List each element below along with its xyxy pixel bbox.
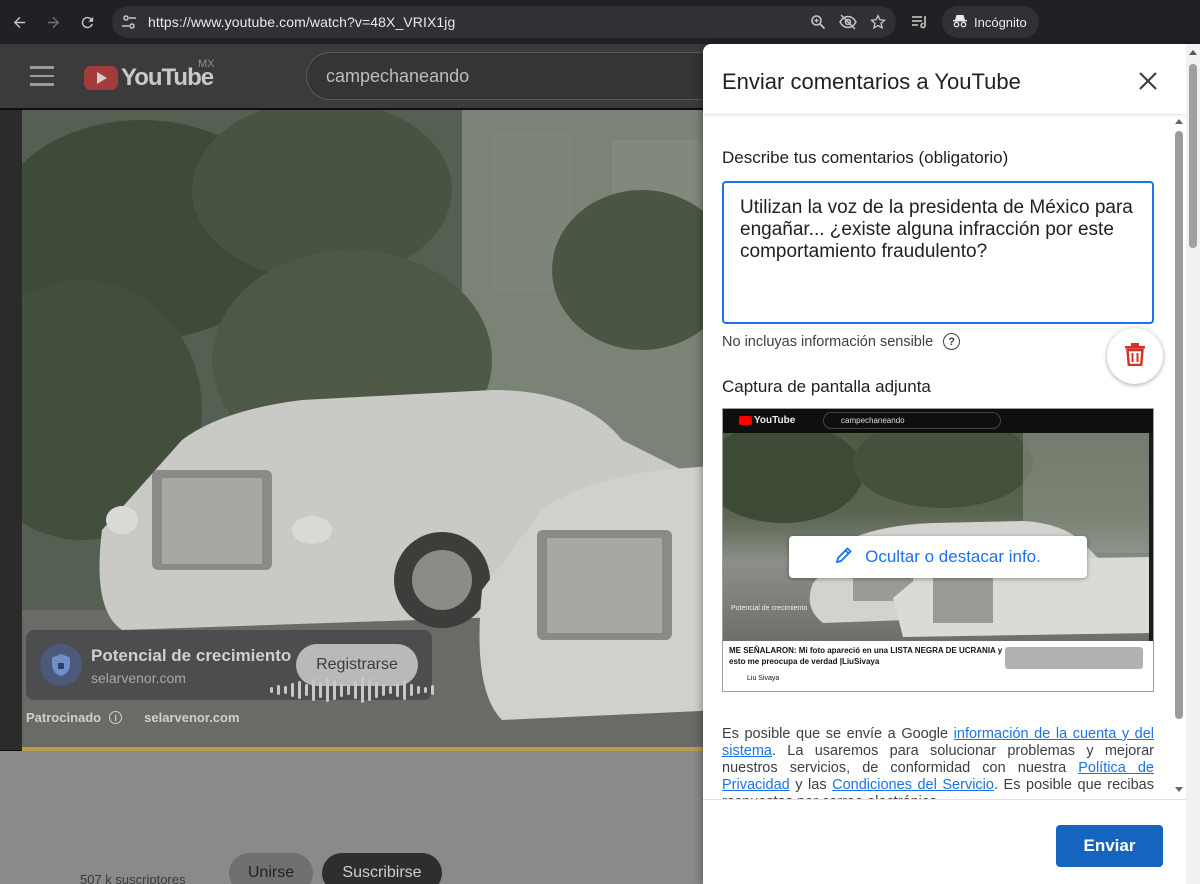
sponsored-domain[interactable]: selarvenor.com — [144, 710, 239, 725]
waveform-bar — [333, 680, 336, 700]
forward-icon[interactable] — [38, 7, 68, 37]
waveform-bar — [347, 685, 350, 695]
incognito-icon — [952, 14, 968, 31]
delete-screenshot-button[interactable] — [1107, 328, 1163, 384]
sponsored-row: Patrocinado i selarvenor.com — [26, 710, 240, 725]
hide-highlight-label: Ocultar o destacar info. — [865, 547, 1041, 566]
waveform-bar — [284, 686, 287, 694]
terms-of-service-link[interactable]: Condiciones del Servicio — [832, 777, 994, 793]
waveform-bar — [354, 681, 357, 699]
hide-highlight-button[interactable]: Ocultar o destacar info. — [789, 536, 1087, 578]
preview-redacted-area — [1005, 647, 1143, 669]
waveform-bar — [431, 685, 434, 695]
region-code: MX — [198, 58, 215, 70]
waveform-bar — [424, 687, 427, 693]
incognito-label: Incógnito — [974, 14, 1027, 30]
waveform-bar — [396, 683, 399, 697]
waveform-bar — [319, 682, 322, 698]
waveform-bar — [368, 679, 371, 701]
waveform-bar — [326, 678, 329, 702]
join-button[interactable]: Unirse — [229, 853, 313, 884]
subscribe-button[interactable]: Suscribirse — [322, 853, 442, 884]
preview-video-info: ME SEÑALARON: Mi foto apareció en una LI… — [723, 641, 1153, 691]
url-text: https://www.youtube.com/watch?v=48X_VRIX… — [148, 14, 456, 30]
waveform-bar — [403, 680, 406, 700]
panel-title: Enviar comentarios a YouTube — [722, 69, 1021, 94]
waveform-bar — [410, 684, 413, 696]
site-settings-icon[interactable] — [114, 7, 144, 37]
screenshot-label: Captura de pantalla adjunta — [722, 377, 931, 396]
panel-scrollbar[interactable] — [1172, 115, 1186, 799]
youtube-logo[interactable]: YouTube MX — [84, 58, 215, 92]
ad-title: Potencial de crecimiento — [91, 646, 292, 665]
waveform-bar — [312, 679, 315, 701]
waveform-bar — [375, 682, 378, 698]
sponsored-label: Patrocinado — [26, 710, 102, 725]
panel-footer: Enviar — [703, 799, 1200, 884]
subscriber-count: 507 k suscriptores — [80, 872, 186, 884]
info-icon[interactable]: i — [109, 711, 123, 724]
reload-icon[interactable] — [72, 7, 102, 37]
waveform-bar — [340, 683, 343, 697]
advertiser-logo — [40, 644, 82, 686]
help-icon[interactable]: ? — [943, 333, 961, 350]
feedback-panel: Enviar comentarios a YouTube Describe tu… — [703, 44, 1200, 884]
youtube-play-icon — [84, 66, 118, 90]
legal-notice: Es posible que se envíe a Google informa… — [722, 726, 1154, 799]
preview-author: Liu Sivaya — [747, 675, 780, 682]
page-scrollbar[interactable] — [1186, 44, 1200, 884]
preview-logo: YouTube — [739, 415, 795, 426]
panel-scroll-area[interactable]: Describe tus comentarios (obligatorio) U… — [703, 115, 1173, 799]
sensitive-hint: No incluyas información sensible ? — [722, 333, 961, 350]
waveform-bar — [361, 677, 364, 703]
audio-waveform — [270, 676, 434, 704]
incognito-badge[interactable]: Incógnito — [942, 6, 1039, 38]
ad-domain: selarvenor.com — [91, 670, 186, 686]
legal-text-3: y las — [789, 777, 833, 793]
waveform-bar — [382, 684, 385, 696]
waveform-bar — [417, 686, 420, 694]
browser-toolbar: https://www.youtube.com/watch?v=48X_VRIX… — [0, 0, 1200, 44]
legal-text-1: Es posible que se envíe a Google — [722, 726, 954, 742]
waveform-bar — [270, 687, 273, 693]
waveform-bar — [305, 684, 308, 696]
waveform-bar — [291, 683, 294, 697]
menu-icon[interactable] — [30, 66, 54, 86]
send-button[interactable]: Enviar — [1056, 825, 1163, 867]
reading-list-icon[interactable] — [908, 10, 932, 34]
tracking-off-icon[interactable] — [838, 12, 858, 32]
sensitive-hint-text: No incluyas información sensible — [722, 333, 934, 350]
back-icon[interactable] — [4, 7, 34, 37]
preview-ad-title: Potencial de crecimiento — [731, 605, 808, 612]
trash-icon — [1124, 342, 1146, 371]
screenshot-preview[interactable]: YouTube campechaneando Potencial de crec… — [722, 408, 1154, 692]
preview-header: YouTube campechaneando — [723, 409, 1153, 433]
description-textarea[interactable]: Utilizan la voz de la presidenta de Méxi… — [722, 181, 1154, 324]
youtube-search-input[interactable]: campechaneando — [306, 52, 726, 100]
waveform-bar — [277, 685, 280, 695]
bookmark-star-icon[interactable] — [868, 12, 888, 32]
close-icon[interactable] — [1135, 68, 1161, 94]
search-query: campechaneando — [326, 66, 470, 86]
preview-search: campechaneando — [823, 412, 1001, 429]
description-label: Describe tus comentarios (obligatorio) — [722, 148, 1009, 167]
waveform-bar — [389, 686, 392, 694]
player-edge — [0, 110, 22, 750]
pencil-icon — [835, 546, 853, 569]
waveform-bar — [298, 681, 301, 699]
preview-video-title: ME SEÑALARON: Mi foto apareció en una LI… — [729, 646, 1003, 666]
address-bar[interactable]: https://www.youtube.com/watch?v=48X_VRIX… — [112, 6, 896, 38]
zoom-icon[interactable] — [808, 12, 828, 32]
